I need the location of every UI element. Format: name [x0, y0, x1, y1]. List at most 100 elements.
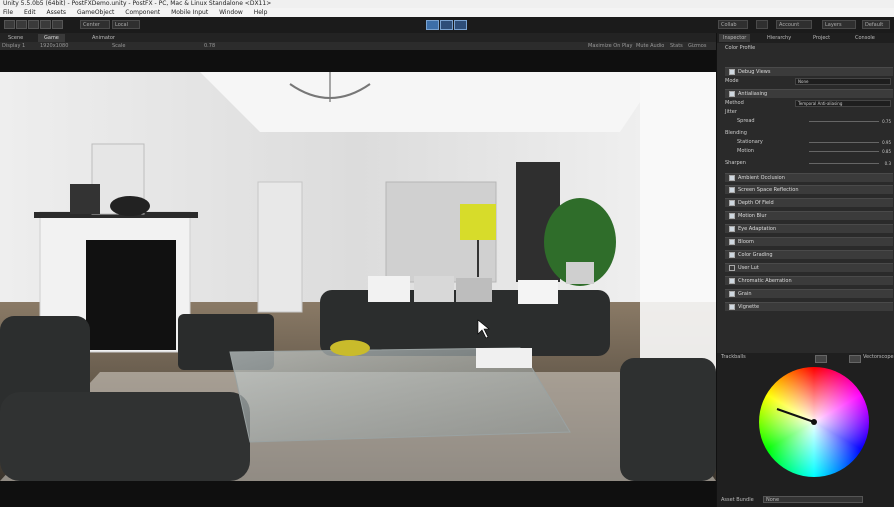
menu-assets[interactable]: Assets [44, 8, 73, 17]
yellow-lamp-shade [460, 204, 496, 240]
patterned-cushion [414, 276, 454, 302]
tab-console[interactable]: Console [851, 34, 879, 42]
trackballs-label: Trackballs [721, 354, 746, 360]
letterbox-top [0, 50, 716, 72]
scale-value: 0.78 [204, 43, 216, 49]
asset-bundle-label: Asset Bundle [721, 497, 754, 503]
stationary-slider[interactable] [809, 142, 879, 143]
layout-button[interactable]: Default [862, 20, 890, 29]
maximize-on-play-button[interactable]: Maximize On Play [588, 42, 632, 50]
stationary-value[interactable]: 0.95 [882, 138, 891, 147]
menu-gameobject[interactable]: GameObject [74, 8, 120, 17]
menu-window[interactable]: Window [216, 8, 249, 17]
sharpen-value[interactable]: 0.3 [885, 159, 891, 168]
section-bloom[interactable]: Bloom [725, 237, 893, 246]
tab-animator[interactable]: Animator [86, 34, 121, 42]
tab-game[interactable]: Game [38, 34, 65, 42]
checkbox-icon[interactable] [729, 290, 735, 297]
step-icon[interactable] [454, 20, 467, 30]
stats-button[interactable]: Stats [670, 42, 683, 50]
tab-scene[interactable]: Scene [2, 34, 29, 42]
section-eye-adaptation[interactable]: Eye Adaptation [725, 224, 893, 233]
checkbox-icon[interactable] [729, 90, 735, 97]
editor-tabs: Scene Game Animator [0, 33, 716, 42]
checkbox-icon[interactable] [729, 238, 735, 245]
preview-toggle[interactable] [815, 355, 827, 363]
sharpen-slider[interactable] [809, 163, 879, 164]
section-grain[interactable]: Grain [725, 289, 893, 298]
pivot-center-button[interactable]: Center [80, 20, 110, 29]
section-screen-space-reflection[interactable]: Screen Space Reflection [725, 185, 893, 194]
debug-mode-dropdown[interactable]: None [795, 78, 891, 85]
section-depth-of-field[interactable]: Depth Of Field [725, 198, 893, 207]
tab-project[interactable]: Project [809, 34, 834, 42]
spread-slider[interactable] [809, 121, 879, 122]
section-user-lut[interactable]: User Lut [725, 263, 893, 272]
letterbox-bottom [0, 481, 716, 507]
asset-bundle-dropdown[interactable]: None [763, 496, 863, 503]
checkbox-icon[interactable] [729, 251, 735, 258]
section-vignette[interactable]: Vignette [725, 302, 893, 311]
rect-tool-icon[interactable] [52, 20, 63, 29]
gizmos-button[interactable]: Gizmos [688, 42, 706, 50]
rotate-tool-icon[interactable] [28, 20, 39, 29]
play-icon[interactable] [426, 20, 439, 30]
section-chromatic-aberration[interactable]: Chromatic Aberration [725, 276, 893, 285]
jitter-label: Jitter [725, 109, 737, 115]
account-button[interactable]: Account [776, 20, 812, 29]
checkbox-icon[interactable] [729, 225, 735, 232]
checkbox-icon[interactable] [729, 277, 735, 284]
aspect-dropdown[interactable]: 1920x1080 [40, 42, 68, 50]
checkbox-icon[interactable] [729, 174, 735, 181]
checkbox-icon[interactable] [729, 186, 735, 193]
game-viewport[interactable] [0, 72, 716, 481]
section-ambient-occlusion[interactable]: Ambient Occlusion [725, 173, 893, 182]
pivot-local-button[interactable]: Local [112, 20, 140, 29]
section-debug-views[interactable]: Debug Views [725, 67, 893, 76]
checkbox-icon[interactable] [729, 68, 735, 75]
white-cushion [368, 276, 410, 302]
component-name: Color Profile [725, 45, 756, 51]
plant-pot [566, 262, 594, 284]
decor-bowl [110, 196, 150, 216]
doorway [257, 181, 303, 313]
inspector-tabs: Inspector Hierarchy Project Console [717, 33, 894, 43]
armchair-right [620, 358, 716, 481]
preview-toggle-2[interactable] [849, 355, 861, 363]
yellow-bowl [330, 340, 370, 356]
move-tool-icon[interactable] [16, 20, 27, 29]
window-title: Unity 5.5.0b5 (64bit) - PostFXDemo.unity… [0, 0, 894, 8]
menu-component[interactable]: Component [122, 8, 166, 17]
menu-edit[interactable]: Edit [21, 8, 42, 17]
hand-tool-icon[interactable] [4, 20, 15, 29]
stationary-row: Stationary 0.95 [737, 138, 891, 147]
spread-row: Spread 0.75 [737, 117, 891, 126]
spread-value[interactable]: 0.75 [882, 117, 891, 126]
section-motion-blur[interactable]: Motion Blur [725, 211, 893, 220]
tab-inspector[interactable]: Inspector [719, 34, 751, 42]
section-color-grading[interactable]: Color Grading [725, 250, 893, 259]
section-antialiasing[interactable]: Antialiasing [725, 89, 893, 98]
layers-button[interactable]: Layers [822, 20, 856, 29]
tab-hierarchy[interactable]: Hierarchy [763, 34, 795, 42]
checkbox-icon[interactable] [729, 199, 735, 206]
checkbox-icon[interactable] [729, 303, 735, 310]
scale-tool-icon[interactable] [40, 20, 51, 29]
motion-value[interactable]: 0.85 [882, 147, 891, 156]
menu-mobile-input[interactable]: Mobile Input [168, 8, 214, 17]
motion-slider[interactable] [809, 151, 879, 152]
display-dropdown[interactable]: Display 1 [2, 42, 25, 50]
menu-file[interactable]: File [0, 8, 19, 17]
aa-method-row: Method Temporal Anti-aliasing [725, 99, 893, 108]
cloud-icon[interactable] [756, 20, 768, 29]
pause-icon[interactable] [440, 20, 453, 30]
collab-button[interactable]: Collab [718, 20, 748, 29]
checkbox-icon[interactable] [729, 212, 735, 219]
mute-audio-button[interactable]: Mute Audio [636, 42, 664, 50]
debug-mode-row: Mode None [725, 77, 893, 86]
menu-bar: File Edit Assets GameObject Component Mo… [0, 8, 894, 17]
aa-method-dropdown[interactable]: Temporal Anti-aliasing [795, 100, 891, 107]
vectorscope-label: Vectorscope [863, 354, 894, 360]
menu-help[interactable]: Help [251, 8, 274, 17]
checkbox-icon[interactable] [729, 264, 735, 271]
